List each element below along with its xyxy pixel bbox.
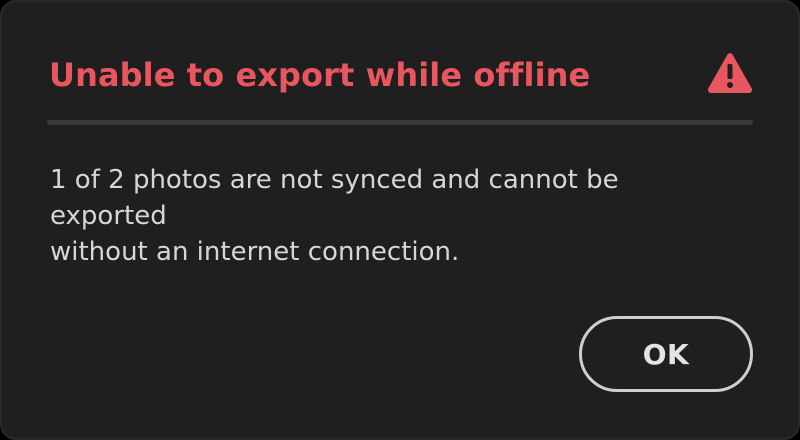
header-divider bbox=[47, 120, 753, 125]
warning-triangle-icon bbox=[707, 53, 753, 93]
dialog-message: 1 of 2 photos are not synced and cannot … bbox=[50, 162, 740, 270]
ok-button[interactable]: OK bbox=[579, 316, 753, 392]
ok-button-label: OK bbox=[642, 337, 690, 371]
offline-export-dialog: Unable to export while offline 1 of 2 ph… bbox=[0, 0, 800, 440]
dialog-title: Unable to export while offline bbox=[49, 56, 591, 94]
dialog-header: Unable to export while offline bbox=[49, 52, 753, 100]
message-line-2: without an internet connection. bbox=[50, 237, 460, 267]
message-line-1: 1 of 2 photos are not synced and cannot … bbox=[50, 165, 619, 231]
